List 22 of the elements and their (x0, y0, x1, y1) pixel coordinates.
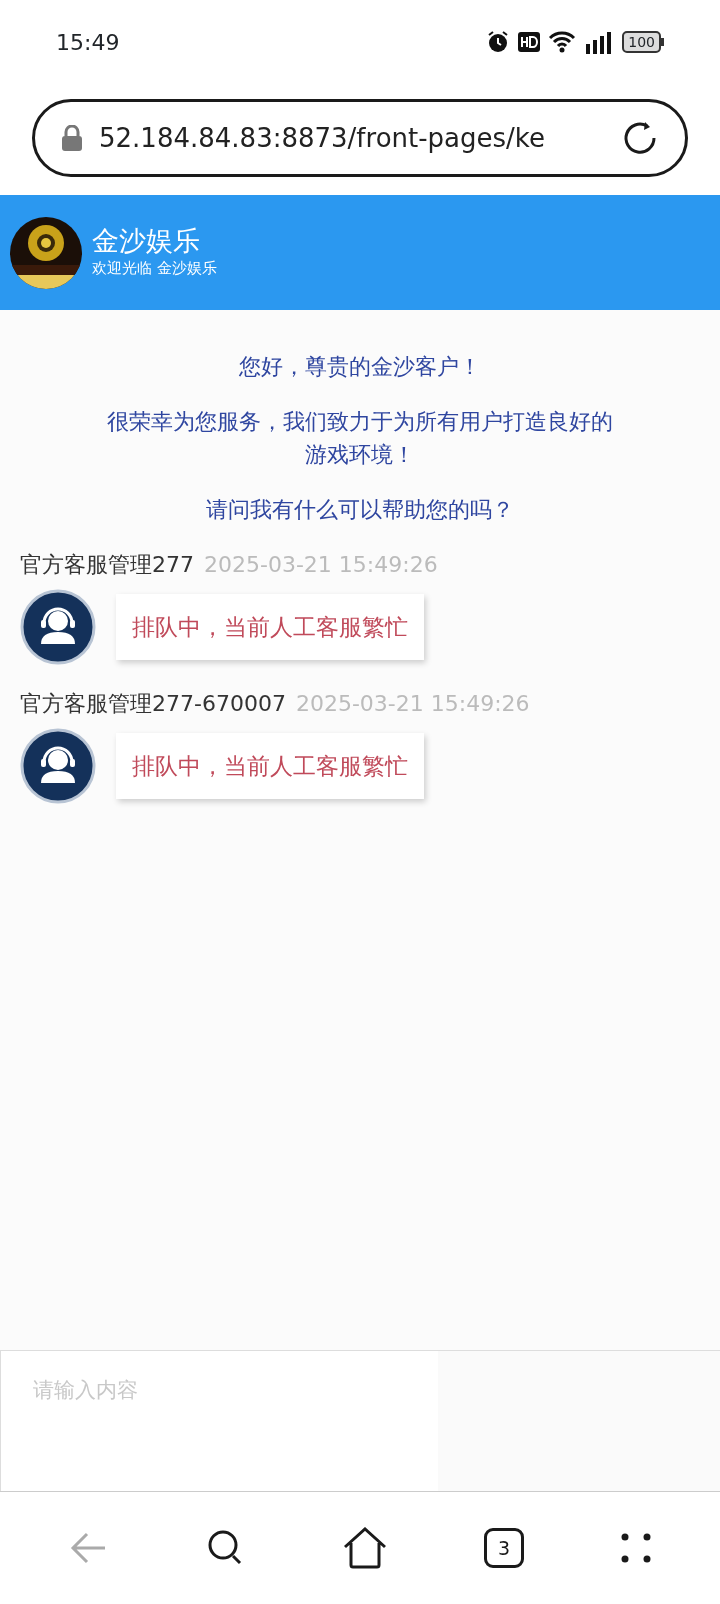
greeting-text: 您好，尊贵的金沙客户！ (238, 353, 482, 381)
wifi-icon (548, 31, 577, 53)
home-button[interactable] (342, 1527, 387, 1569)
address-bar[interactable]: 52.184.84.83:8873/front-pages/ke (32, 99, 688, 177)
greeting-text: 很荣幸为您服务，我们致力于为所有用户打造良好的游戏环境！ (106, 408, 614, 469)
battery-icon: 100 (622, 31, 664, 53)
support-agent-icon (20, 589, 96, 665)
site-subtitle: 欢迎光临 金沙娱乐 (92, 258, 217, 280)
sender-name: 官方客服管理277 (20, 552, 194, 577)
tabs-button[interactable]: 3 (484, 1528, 525, 1568)
site-title: 金沙娱乐 (92, 225, 201, 258)
message-time: 2025-03-21 15:49:26 (204, 552, 438, 577)
message-bubble: 排队中，当前人工客服繁忙 (116, 593, 424, 661)
message-bubble: 排队中，当前人工客服繁忙 (116, 732, 424, 800)
message-time: 2025-03-21 15:49:26 (295, 691, 530, 716)
support-agent-icon (20, 728, 96, 804)
menu-button[interactable] (621, 1533, 652, 1563)
sender-name: 官方客服管理277-670007 (20, 691, 286, 716)
hd-icon (518, 32, 541, 52)
clock-time: 15:49 (56, 28, 120, 57)
lock-icon (61, 125, 83, 151)
greeting-text: 请问我有什么可以帮助您的吗？ (205, 496, 515, 524)
